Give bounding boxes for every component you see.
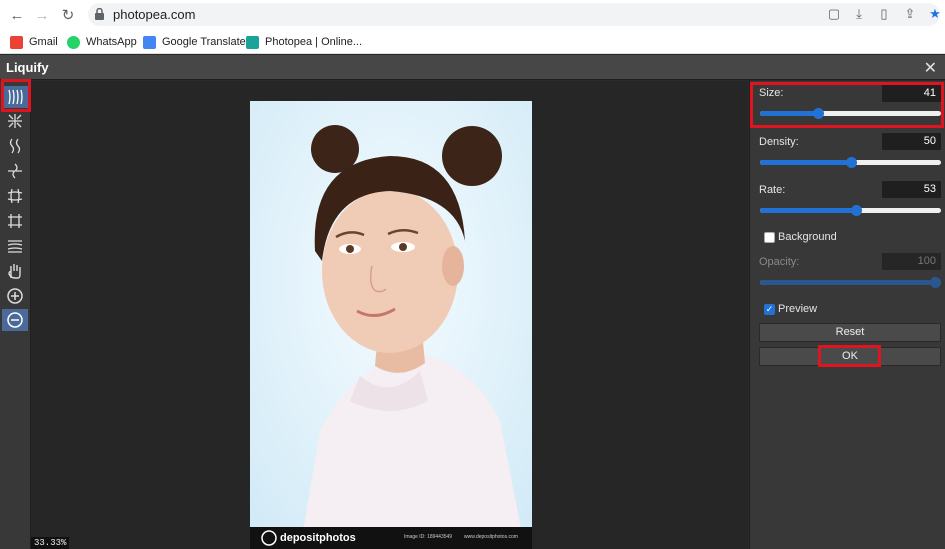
bookmarks-bar: Gmail WhatsApp Google Translate Photopea… xyxy=(0,29,945,54)
bookmark-label: Google Translate xyxy=(162,36,246,48)
opacity-label: Opacity: xyxy=(759,256,800,268)
zoom-in-icon[interactable] xyxy=(2,285,28,307)
bookmark-label: Gmail xyxy=(29,36,58,48)
dialog-title: Liquify xyxy=(6,60,49,75)
reload-icon[interactable]: ↻ xyxy=(57,4,79,26)
download-icon[interactable]: ⤓ xyxy=(851,6,867,22)
rate-input[interactable]: 53 xyxy=(882,181,941,198)
preview-label: Preview xyxy=(778,303,818,315)
density-input[interactable]: 50 xyxy=(882,133,941,150)
pucker-icon[interactable] xyxy=(2,110,28,132)
lock-icon xyxy=(95,8,104,20)
translate-icon xyxy=(143,35,156,49)
background-checkbox[interactable] xyxy=(764,232,775,243)
watermark-brand: depositphotos xyxy=(280,532,356,544)
share-icon[interactable]: ⇪ xyxy=(902,6,918,22)
page-icon[interactable]: ▯ xyxy=(876,6,892,22)
density-label: Density: xyxy=(759,136,799,148)
density-slider[interactable] xyxy=(760,157,941,168)
clipboard-icon[interactable]: ▢ xyxy=(826,6,842,22)
watermark-site: www.depositphotos.com xyxy=(464,534,518,540)
size-slider[interactable] xyxy=(760,108,941,119)
opacity-input[interactable]: 100 xyxy=(882,253,941,270)
rate-slider[interactable] xyxy=(760,205,941,216)
reconstruct-icon[interactable] xyxy=(2,235,28,257)
zoom-level: 33.33% xyxy=(31,537,69,549)
bookmark-whatsapp[interactable]: WhatsApp xyxy=(67,34,137,50)
bloat-icon[interactable] xyxy=(2,185,28,207)
gmail-icon xyxy=(10,35,23,49)
close-icon[interactable]: ✕ xyxy=(924,58,937,78)
rate-label: Rate: xyxy=(759,184,786,196)
hand-icon[interactable] xyxy=(2,260,28,282)
opacity-slider[interactable] xyxy=(760,277,941,288)
bookmark-photopea[interactable]: Photopea | Online... xyxy=(246,34,362,50)
bookmark-translate[interactable]: Google Translate xyxy=(143,34,246,50)
forward-warp-icon[interactable] xyxy=(2,86,28,108)
bookmark-gmail[interactable]: Gmail xyxy=(10,34,58,50)
liquify-toolbar xyxy=(0,81,31,549)
portrait-image[interactable]: depositphotos Image ID: 189443549 www.de… xyxy=(250,101,532,549)
photopea-icon xyxy=(246,35,259,49)
twirl-counter-icon[interactable] xyxy=(2,160,28,182)
forward-icon[interactable]: → xyxy=(31,4,53,26)
bookmark-label: Photopea | Online... xyxy=(265,36,363,48)
bookmark-star-icon[interactable]: ★ xyxy=(927,6,943,22)
preview-checkbox[interactable]: ✓ xyxy=(764,304,775,315)
reset-button[interactable]: Reset xyxy=(759,323,941,342)
ok-button[interactable]: OK xyxy=(759,347,941,366)
push-left-icon[interactable] xyxy=(2,210,28,232)
back-icon[interactable]: ← xyxy=(6,4,28,26)
liquify-options-panel: Size: 41 Density: 50 Rate: 53 Background… xyxy=(749,81,945,549)
url-field[interactable] xyxy=(88,3,940,26)
bookmark-label: WhatsApp xyxy=(86,36,137,48)
size-input[interactable]: 41 xyxy=(882,85,941,102)
zoom-out-icon[interactable] xyxy=(2,309,28,331)
size-label: Size: xyxy=(759,87,784,99)
twirl-icon[interactable] xyxy=(2,135,28,157)
watermark-id: Image ID: 189443549 xyxy=(404,534,453,540)
liquify-titlebar: Liquify ✕ xyxy=(0,55,945,80)
whatsapp-icon xyxy=(67,35,80,49)
background-label: Background xyxy=(778,231,837,243)
address-bar: ← → ↻ photopea.com ▢ ⤓ ▯ ⇪ ★ xyxy=(0,0,945,29)
url-text[interactable]: photopea.com xyxy=(113,7,195,22)
